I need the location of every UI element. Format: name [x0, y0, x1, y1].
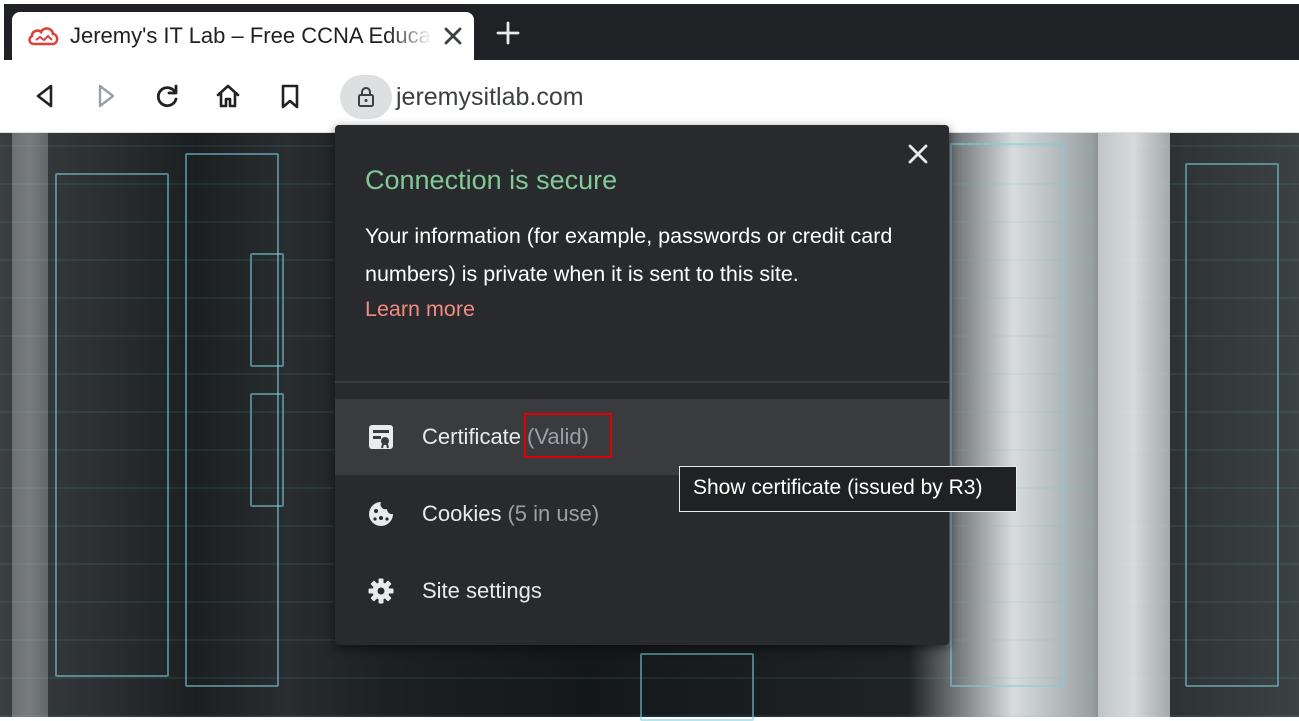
certificate-row[interactable]: Certificate (Valid)	[335, 399, 949, 475]
annotation-highlight-box	[524, 413, 612, 458]
close-icon[interactable]	[907, 143, 929, 165]
reload-icon[interactable]	[153, 82, 181, 110]
site-info-button[interactable]	[340, 75, 392, 119]
bookmark-icon[interactable]	[276, 82, 304, 110]
cookies-label-group: Cookies (5 in use)	[422, 498, 599, 530]
certificate-label: Certificate	[422, 424, 522, 449]
browser-toolbar: jeremysitlab.com	[0, 60, 1299, 133]
background-rack	[1185, 163, 1279, 687]
popup-title: Connection is secure	[365, 165, 618, 195]
url-text[interactable]: jeremysitlab.com	[396, 81, 584, 113]
site-security-popup: Connection is secure Your information (f…	[335, 125, 949, 645]
popup-description: Your information (for example, passwords…	[365, 224, 893, 286]
background-rack	[250, 393, 284, 507]
learn-more-link[interactable]: Learn more	[365, 293, 475, 325]
browser-tab[interactable]: Jeremy's IT Lab – Free CCNA Education	[12, 12, 474, 60]
site-settings-label: Site settings	[422, 578, 542, 603]
back-icon[interactable]	[31, 82, 59, 110]
certificate-icon	[367, 423, 395, 451]
background-rack	[950, 143, 1064, 687]
site-settings-row[interactable]: Site settings	[335, 553, 949, 629]
background-rack	[55, 173, 169, 677]
forward-icon[interactable]	[92, 82, 120, 110]
tab-strip: Jeremy's IT Lab – Free CCNA Education	[4, 4, 1299, 60]
divider	[335, 381, 949, 383]
close-icon[interactable]	[444, 27, 462, 45]
background-rack	[640, 653, 754, 721]
home-icon[interactable]	[214, 82, 242, 110]
background-pillar	[1098, 133, 1170, 717]
background-pillar	[12, 133, 48, 717]
cookie-icon	[367, 500, 395, 528]
cookies-count: (5 in use)	[507, 501, 600, 526]
plus-icon[interactable]	[496, 21, 520, 45]
background-rack	[250, 253, 284, 367]
gear-icon	[367, 577, 395, 605]
certificate-tooltip: Show certificate (issued by R3)	[679, 466, 1017, 512]
cookies-label: Cookies	[422, 501, 502, 526]
lock-icon	[358, 87, 374, 107]
tab-title: Jeremy's IT Lab – Free CCNA Education	[70, 23, 432, 48]
address-bar[interactable]: jeremysitlab.com	[334, 68, 1299, 126]
cloud-icon	[26, 24, 60, 48]
